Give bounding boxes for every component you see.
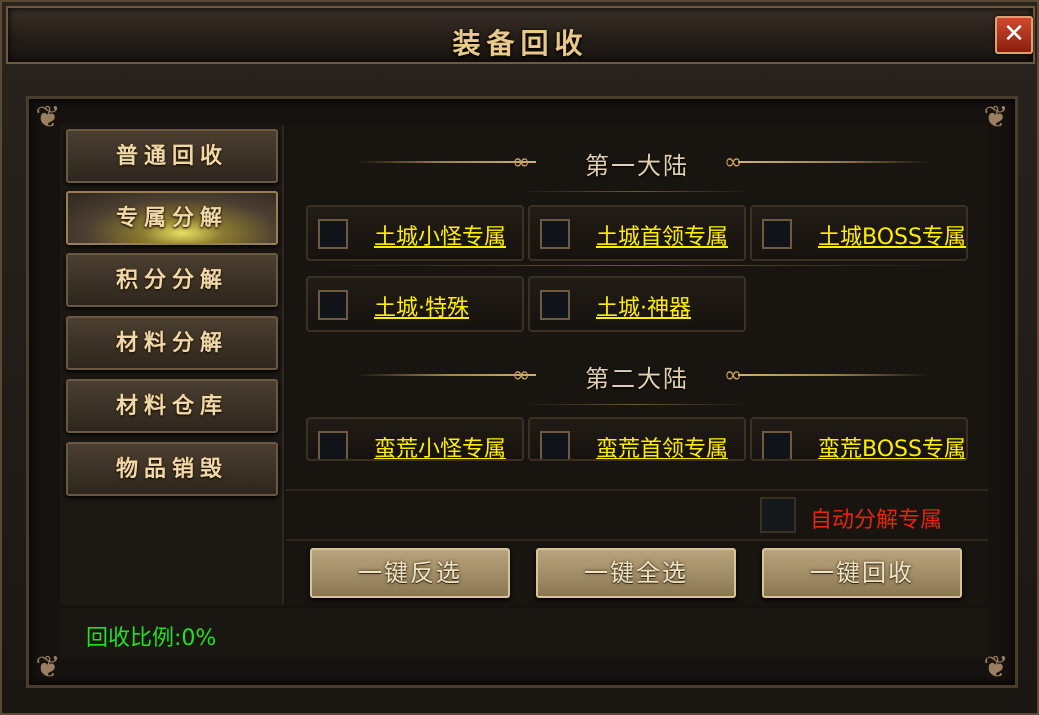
recycle-window: 装备回收 ✕ ❦ ❦ ❦ ❦ 普通回收 专属分解 积分分解 材料分解 材料仓库 … bbox=[0, 0, 1039, 715]
divider bbox=[306, 265, 966, 266]
window-title: 装备回收 bbox=[452, 27, 589, 60]
auto-decompose-row: 自动分解专属 bbox=[286, 489, 988, 541]
option-tucheng-minion[interactable]: 土城小怪专属 bbox=[306, 205, 524, 261]
option-label[interactable]: 蛮荒小怪专属 bbox=[374, 431, 506, 459]
title-bar: 装备回收 bbox=[6, 6, 1035, 64]
sidebar-item-normal-recycle[interactable]: 普通回收 bbox=[66, 129, 278, 183]
option-label[interactable]: 土城小怪专属 bbox=[374, 219, 506, 251]
option-tucheng-leader[interactable]: 土城首领专属 bbox=[528, 205, 746, 261]
close-button[interactable]: ✕ bbox=[995, 16, 1033, 54]
divider bbox=[516, 404, 756, 405]
checkbox[interactable] bbox=[762, 219, 792, 249]
option-label[interactable]: 土城·特殊 bbox=[374, 290, 469, 322]
footer-bar: 回收比例:0% bbox=[60, 608, 988, 658]
section-header: ∞ 第一大陆 ∞ bbox=[286, 142, 988, 182]
recycle-ratio-text: 回收比例:0% bbox=[86, 626, 217, 651]
option-label[interactable]: 蛮荒首领专属 bbox=[596, 431, 728, 459]
option-label[interactable]: 土城首领专属 bbox=[596, 219, 728, 251]
checkbox[interactable] bbox=[318, 290, 348, 320]
divider bbox=[516, 191, 756, 192]
category-sidebar: 普通回收 专属分解 积分分解 材料分解 材料仓库 物品销毁 bbox=[60, 125, 284, 605]
option-manhuang-leader[interactable]: 蛮荒首领专属 bbox=[528, 417, 746, 461]
option-tucheng-artifact[interactable]: 土城·神器 bbox=[528, 276, 746, 332]
sidebar-item-item-destroy[interactable]: 物品销毁 bbox=[66, 442, 278, 496]
checkbox[interactable] bbox=[540, 219, 570, 249]
recycle-all-button[interactable]: 一键回收 bbox=[762, 548, 962, 598]
option-tucheng-boss[interactable]: 土城BOSS专属 bbox=[750, 205, 968, 261]
option-label[interactable]: 土城·神器 bbox=[596, 290, 691, 322]
auto-decompose-label[interactable]: 自动分解专属 bbox=[810, 502, 942, 534]
sidebar-item-material-decompose[interactable]: 材料分解 bbox=[66, 316, 278, 370]
checkbox[interactable] bbox=[318, 431, 348, 459]
sidebar-item-points-decompose[interactable]: 积分分解 bbox=[66, 253, 278, 307]
sidebar-item-material-warehouse[interactable]: 材料仓库 bbox=[66, 379, 278, 433]
divider bbox=[738, 161, 928, 163]
option-manhuang-minion[interactable]: 蛮荒小怪专属 bbox=[306, 417, 524, 461]
invert-selection-button[interactable]: 一键反选 bbox=[310, 548, 510, 598]
checkbox[interactable] bbox=[318, 219, 348, 249]
option-label[interactable]: 土城BOSS专属 bbox=[818, 219, 966, 251]
checkbox[interactable] bbox=[762, 431, 792, 459]
checkbox[interactable] bbox=[540, 290, 570, 320]
divider bbox=[738, 374, 928, 376]
section-title: 第一大陆 bbox=[585, 152, 689, 180]
section-title: 第二大陆 bbox=[585, 365, 689, 393]
option-label[interactable]: 蛮荒BOSS专属 bbox=[818, 431, 966, 459]
sidebar-item-exclusive-decompose[interactable]: 专属分解 bbox=[66, 191, 278, 245]
checkbox[interactable] bbox=[540, 431, 570, 459]
option-tucheng-special[interactable]: 土城·特殊 bbox=[306, 276, 524, 332]
auto-decompose-checkbox[interactable] bbox=[760, 497, 796, 533]
select-all-button[interactable]: 一键全选 bbox=[536, 548, 736, 598]
section-header: ∞ 第二大陆 ∞ bbox=[286, 355, 988, 395]
option-manhuang-boss[interactable]: 蛮荒BOSS专属 bbox=[750, 417, 968, 461]
